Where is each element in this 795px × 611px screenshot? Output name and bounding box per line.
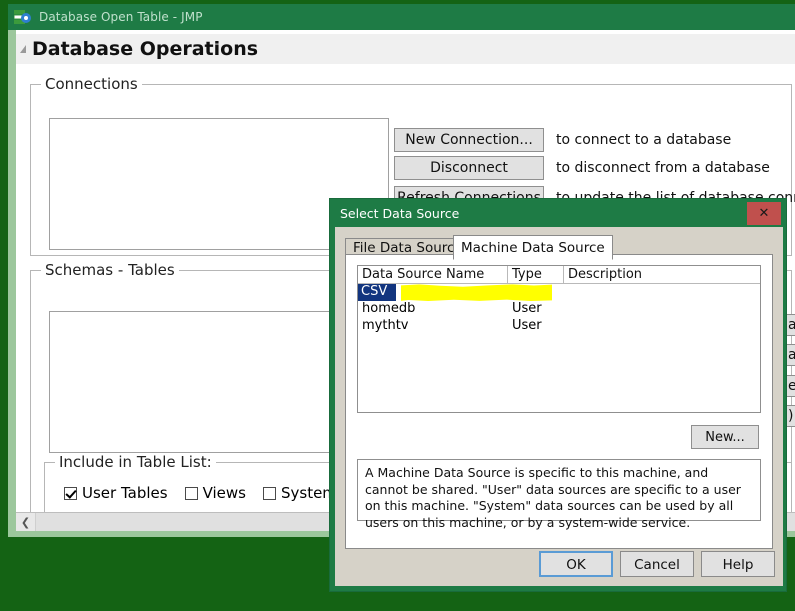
cell-type: User [512, 318, 542, 333]
cell-description [564, 318, 760, 335]
column-header-type[interactable]: Type [508, 266, 564, 283]
new-connection-button[interactable]: New Connection... [394, 128, 544, 152]
connections-legend: Connections [41, 75, 142, 93]
grid-header-row: Data Source Name Type Description [358, 266, 760, 284]
machine-data-source-panel: Data Source Name Type Description CSV Us… [345, 254, 773, 549]
views-label: Views [202, 484, 246, 502]
cell-data-source-name: CSV [358, 284, 396, 301]
column-header-description[interactable]: Description [564, 266, 760, 283]
window-titlebar[interactable]: Database Open Table - JMP [8, 4, 795, 30]
dialog-title: Select Data Source [340, 205, 460, 221]
data-source-description-text: A Machine Data Source is specific to thi… [357, 459, 761, 530]
cell-type: User [512, 284, 542, 299]
new-data-source-button[interactable]: New... [691, 425, 759, 449]
table-row[interactable]: mythtv User [358, 318, 760, 335]
table-row[interactable]: CSV User [358, 284, 760, 301]
disconnect-hint: to disconnect from a database [556, 160, 770, 176]
window-title: Database Open Table - JMP [39, 10, 203, 24]
ok-button[interactable]: OK [539, 551, 613, 577]
new-connection-hint: to connect to a database [556, 132, 732, 148]
database-table-icon [13, 9, 32, 25]
user-tables-label: User Tables [82, 484, 168, 502]
table-row[interactable]: homedb User [358, 301, 760, 318]
cell-type: User [512, 301, 542, 316]
outline-header[interactable]: Database Operations [16, 34, 795, 64]
close-x-icon[interactable]: ✕ [747, 202, 781, 225]
triangle-collapse-icon[interactable] [20, 45, 26, 53]
tab-machine-data-source[interactable]: Machine Data Source [453, 235, 613, 260]
select-data-source-dialog: Select Data Source ✕ File Data Source Ma… [329, 198, 787, 592]
cell-data-source-name: mythtv [362, 318, 409, 333]
system-tables-checkbox[interactable] [262, 486, 276, 500]
column-header-data-source-name[interactable]: Data Source Name [358, 266, 508, 283]
user-tables-checkbox[interactable] [64, 486, 77, 500]
disconnect-button[interactable]: Disconnect [394, 156, 544, 180]
schemas-tables-legend: Schemas - Tables [41, 261, 179, 279]
cell-data-source-name: homedb [362, 301, 416, 316]
data-source-grid[interactable]: Data Source Name Type Description CSV Us… [357, 265, 761, 413]
dialog-titlebar[interactable]: Select Data Source [330, 199, 788, 227]
cancel-button[interactable]: Cancel [620, 551, 694, 577]
views-checkbox[interactable] [184, 486, 198, 500]
include-in-table-list-legend: Include in Table List: [55, 453, 216, 471]
help-button[interactable]: Help [701, 551, 775, 577]
cell-description [564, 284, 760, 301]
dialog-body: File Data Source Machine Data Source Dat… [335, 227, 783, 586]
chevron-left-icon[interactable]: ❮ [16, 512, 36, 531]
page-title: Database Operations [32, 38, 265, 60]
cell-description [564, 301, 760, 318]
